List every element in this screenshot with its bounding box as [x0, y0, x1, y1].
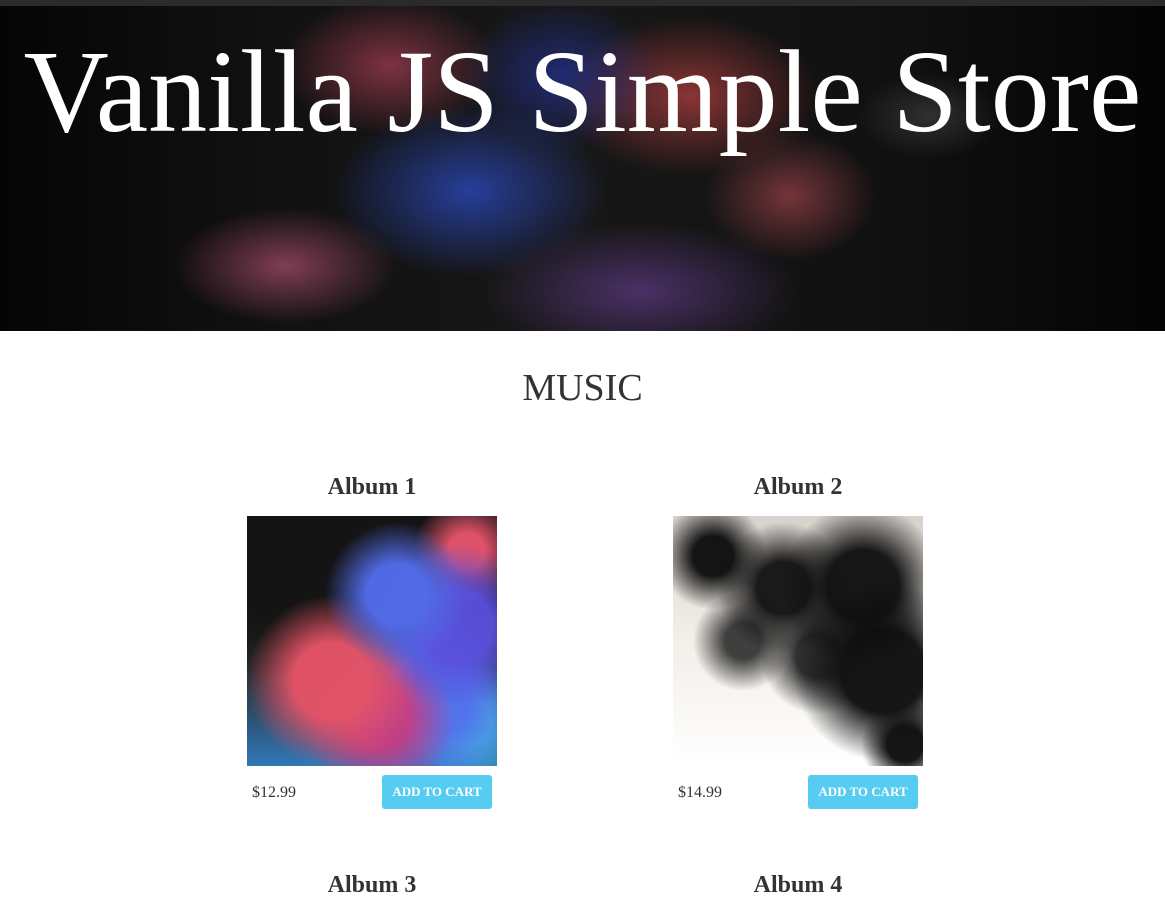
section-title: MUSIC: [522, 367, 643, 409]
album-cover-image: [673, 516, 923, 766]
header-banner: Vanilla JS Simple Store: [0, 6, 1165, 331]
album-title: Album 1: [327, 474, 417, 500]
album-cover-image: [247, 516, 497, 766]
store-title: Vanilla JS Simple Store: [23, 26, 1142, 157]
album-card: Album 2 $14.99 ADD TO CART: [673, 470, 923, 815]
album-title: Album 3: [327, 872, 417, 898]
album-price: $14.99: [678, 784, 722, 801]
album-footer: $12.99 ADD TO CART: [247, 775, 497, 815]
album-card: Album 3: [247, 868, 497, 902]
album-footer: $14.99 ADD TO CART: [673, 775, 923, 815]
add-to-cart-button[interactable]: ADD TO CART: [382, 775, 492, 809]
album-card: Album 4: [673, 868, 923, 902]
add-to-cart-button[interactable]: ADD TO CART: [808, 775, 918, 809]
album-title: Album 2: [753, 474, 843, 500]
album-card: Album 1 $12.99 ADD TO CART: [247, 470, 497, 815]
album-title: Album 4: [753, 872, 843, 898]
album-price: $12.99: [252, 784, 296, 801]
